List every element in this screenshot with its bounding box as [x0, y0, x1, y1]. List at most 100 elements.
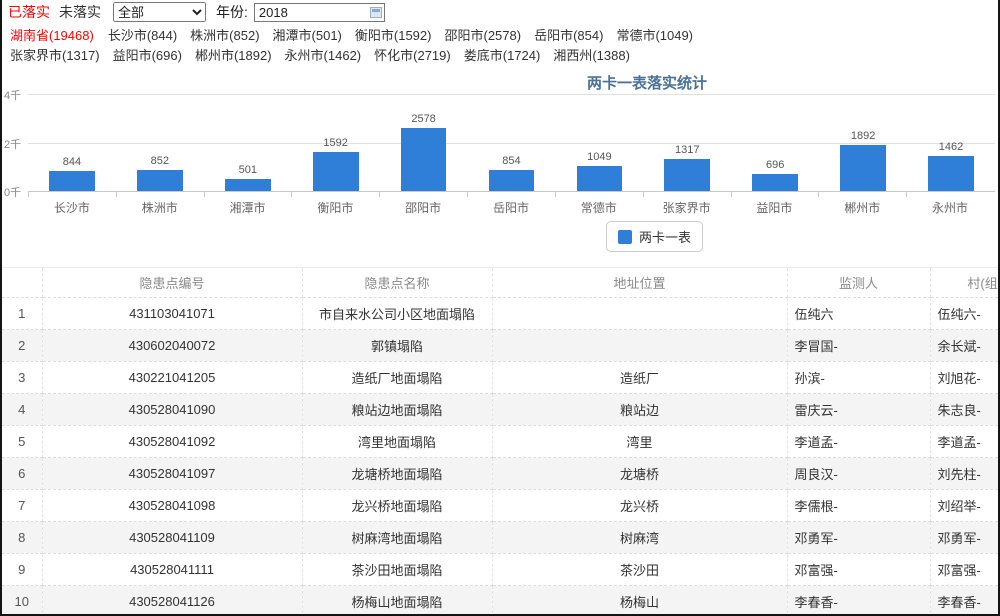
table-cell: 邓富强- [787, 554, 930, 586]
bar-slot: 696 [731, 94, 819, 191]
bar-株洲市[interactable] [137, 170, 183, 191]
type-select[interactable]: 全部 [113, 2, 206, 22]
bar-value-label: 852 [151, 155, 169, 167]
bar-value-label: 1592 [323, 137, 347, 149]
table-row[interactable]: 4430528041090粮站边地面塌陷粮站边雷庆云-朱志良- [2, 394, 1000, 426]
city-link[interactable]: 长沙市(844) [108, 28, 177, 43]
y-tick-0k: 0千 [4, 184, 21, 200]
table-cell: 430221041205 [42, 362, 302, 394]
filter-implemented[interactable]: 已落实 [8, 2, 50, 22]
table-cell: 造纸厂 [492, 362, 787, 394]
city-link[interactable]: 娄底市(1724) [464, 48, 541, 63]
table-cell: 造纸厂地面塌陷 [302, 362, 492, 394]
table-cell: 茶沙田地面塌陷 [302, 554, 492, 586]
x-axis-label: 衡阳市 [291, 192, 379, 216]
bar-岳阳市[interactable] [489, 170, 535, 191]
table-cell: 树麻湾 [492, 522, 787, 554]
table-cell: 430528041092 [42, 426, 302, 458]
table-row[interactable]: 9430528041111茶沙田地面塌陷茶沙田邓富强-邓富强- [2, 554, 1000, 586]
table-cell: 粮站边地面塌陷 [302, 394, 492, 426]
year-input[interactable] [254, 3, 385, 22]
bar-邵阳市[interactable] [401, 128, 447, 191]
bar-slot: 1892 [819, 94, 907, 191]
table-cell: 龙塘桥 [492, 458, 787, 490]
x-axis-label: 湘潭市 [204, 192, 292, 216]
bar-永州市[interactable] [928, 156, 974, 191]
year-label: 年份: [216, 2, 248, 22]
city-link[interactable]: 张家界市(1317) [10, 48, 100, 63]
chart-legend[interactable]: 两卡一表 [606, 221, 703, 252]
table-row[interactable]: 7430528041098龙兴桥地面塌陷龙兴桥李儒根-刘绍举- [2, 490, 1000, 522]
table-cell: 10 [2, 586, 42, 616]
table-cell [492, 330, 787, 362]
city-link[interactable]: 怀化市(2719) [374, 48, 451, 63]
city-link[interactable]: 益阳市(696) [113, 48, 182, 63]
column-header: 地址位置 [492, 268, 787, 298]
column-header: 监测人 [787, 268, 930, 298]
bar-chart: 两卡一表落实统计 4千 2千 0千 8448525011592257885410… [2, 68, 998, 254]
table-cell: 龙兴桥 [492, 490, 787, 522]
table-cell: 李儒根- [787, 490, 930, 522]
legend-label: 两卡一表 [639, 227, 691, 246]
province-link[interactable]: 湖南省(19468) [10, 28, 94, 43]
table-cell: 5 [2, 426, 42, 458]
city-link[interactable]: 岳阳市(854) [534, 28, 603, 43]
table-cell: 9 [2, 554, 42, 586]
table-cell: 龙兴桥地面塌陷 [302, 490, 492, 522]
table-row[interactable]: 8430528041109树麻湾地面塌陷树麻湾邓勇军-邓勇军- [2, 522, 1000, 554]
bar-value-label: 854 [502, 155, 520, 167]
bar-长沙市[interactable] [49, 171, 95, 191]
table-row[interactable]: 6430528041097龙塘桥地面塌陷龙塘桥周良汉-刘先柱- [2, 458, 1000, 490]
table-cell: 周良汉- [787, 458, 930, 490]
table-cell: 李春香- [930, 586, 1000, 616]
table-cell: 430528041111 [42, 554, 302, 586]
x-axis-label: 常德市 [555, 192, 643, 216]
bar-郴州市[interactable] [840, 145, 886, 191]
table-row[interactable]: 2430602040072郭镇塌陷李冒国-余长斌- [2, 330, 1000, 362]
table-row[interactable]: 1431103041071市自来水公司小区地面塌陷伍纯六伍纯六- [2, 298, 1000, 330]
bar-益阳市[interactable] [752, 174, 798, 191]
table-cell: 6 [2, 458, 42, 490]
table-cell: 3 [2, 362, 42, 394]
year-field-wrap [254, 3, 385, 22]
table-cell: 朱志良- [930, 394, 1000, 426]
city-link[interactable]: 株洲市(852) [190, 28, 259, 43]
x-axis-label: 张家界市 [643, 192, 731, 216]
x-axis-labels: 长沙市株洲市湘潭市衡阳市邵阳市岳阳市常德市张家界市益阳市郴州市永州市 [28, 192, 995, 216]
city-link[interactable]: 邵阳市(2578) [444, 28, 521, 43]
bar-value-label: 1892 [851, 130, 875, 142]
bar-plot: 844852501159225788541049131769618921462 [28, 94, 995, 191]
city-link[interactable]: 衡阳市(1592) [355, 28, 432, 43]
city-link[interactable]: 郴州市(1892) [195, 48, 272, 63]
table-cell: 1 [2, 298, 42, 330]
city-link[interactable]: 湘西州(1388) [553, 48, 630, 63]
bar-张家界市[interactable] [664, 159, 710, 191]
city-link[interactable]: 永州市(1462) [285, 48, 362, 63]
bar-slot: 1592 [292, 94, 380, 191]
table-cell: 李道孟- [930, 426, 1000, 458]
city-link[interactable]: 常德市(1049) [616, 28, 693, 43]
table-row[interactable]: 3430221041205造纸厂地面塌陷造纸厂孙滨-刘旭花- [2, 362, 1000, 394]
table-cell: 刘先柱- [930, 458, 1000, 490]
table-cell: 8 [2, 522, 42, 554]
city-link[interactable]: 湘潭市(501) [273, 28, 342, 43]
table-cell: 雷庆云- [787, 394, 930, 426]
table-cell: 伍纯六 [787, 298, 930, 330]
table-row[interactable]: 10430528041126杨梅山地面塌陷杨梅山李春香-李春香- [2, 586, 1000, 616]
calendar-icon[interactable] [370, 7, 382, 18]
column-header: 隐患点编号 [42, 268, 302, 298]
table-cell: 邓勇军- [787, 522, 930, 554]
bar-value-label: 844 [63, 156, 81, 168]
table-cell: 郭镇塌陷 [302, 330, 492, 362]
city-links-line2: 张家界市(1317) 益阳市(696) 郴州市(1892) 永州市(1462) 怀化市(… [10, 46, 998, 66]
bar-常德市[interactable] [577, 166, 623, 191]
bar-value-label: 1317 [675, 144, 699, 156]
table-cell: 刘绍举- [930, 490, 1000, 522]
bar-湘潭市[interactable] [225, 179, 271, 191]
table-row[interactable]: 5430528041092湾里地面塌陷湾里李道孟-李道孟- [2, 426, 1000, 458]
filter-not-implemented[interactable]: 未落实 [59, 2, 101, 22]
bar-value-label: 2578 [411, 113, 435, 125]
bar-衡阳市[interactable] [313, 152, 359, 191]
x-axis-label: 岳阳市 [467, 192, 555, 216]
y-tick-2k: 2千 [4, 136, 21, 152]
